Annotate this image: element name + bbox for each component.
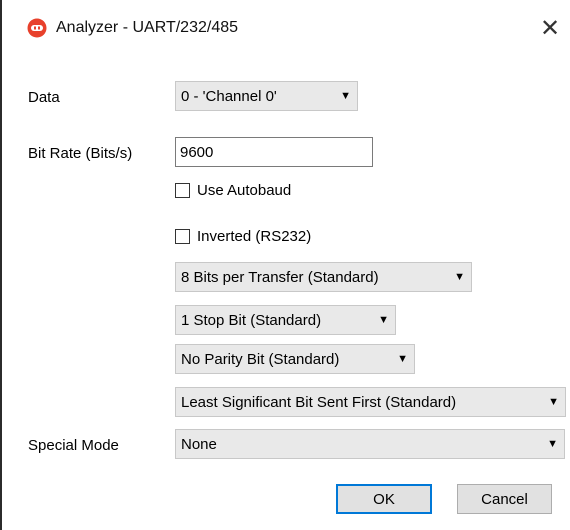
parity-select[interactable]: No Parity Bit (Standard) ▼ — [175, 344, 415, 374]
inverted-checkbox-row[interactable]: Inverted (RS232) — [175, 228, 311, 245]
chevron-down-icon: ▼ — [548, 396, 559, 408]
bits-per-transfer-value: 8 Bits per Transfer (Standard) — [181, 268, 379, 286]
stop-bits-value: 1 Stop Bit (Standard) — [181, 311, 322, 329]
special-mode-label: Special Mode — [28, 437, 119, 454]
cancel-button-label: Cancel — [481, 490, 528, 508]
data-channel-value: 0 - 'Channel 0' — [181, 87, 277, 105]
special-mode-value: None — [181, 435, 217, 453]
chevron-down-icon: ▼ — [397, 353, 408, 365]
logic-analyzer-icon — [27, 18, 47, 38]
chevron-down-icon: ▼ — [547, 438, 558, 450]
bitrate-label: Bit Rate (Bits/s) — [28, 145, 133, 162]
close-button[interactable]: ✕ — [530, 10, 570, 46]
chevron-down-icon: ▼ — [340, 90, 351, 102]
autobaud-label: Use Autobaud — [197, 182, 292, 199]
bit-order-select[interactable]: Least Significant Bit Sent First (Standa… — [175, 387, 566, 417]
bitrate-value: 9600 — [180, 143, 214, 161]
chevron-down-icon: ▼ — [378, 314, 389, 326]
parity-value: No Parity Bit (Standard) — [181, 350, 340, 368]
cancel-button[interactable]: Cancel — [457, 484, 552, 514]
special-mode-select[interactable]: None ▼ — [175, 429, 565, 459]
stop-bits-select[interactable]: 1 Stop Bit (Standard) ▼ — [175, 305, 396, 335]
bits-per-transfer-select[interactable]: 8 Bits per Transfer (Standard) ▼ — [175, 262, 472, 292]
ok-button[interactable]: OK — [336, 484, 432, 514]
title-bar: Analyzer - UART/232/485 ✕ — [4, 0, 570, 56]
analyzer-dialog: Analyzer - UART/232/485 ✕ Data 0 - 'Chan… — [0, 0, 570, 530]
inverted-checkbox[interactable] — [175, 229, 190, 244]
window-title: Analyzer - UART/232/485 — [56, 19, 239, 36]
inverted-label: Inverted (RS232) — [197, 228, 312, 245]
chevron-down-icon: ▼ — [454, 271, 465, 283]
ok-button-label: OK — [373, 490, 395, 508]
bitrate-input[interactable]: 9600 — [175, 137, 373, 167]
data-channel-select[interactable]: 0 - 'Channel 0' ▼ — [175, 81, 358, 111]
data-label: Data — [28, 89, 60, 106]
close-icon: ✕ — [539, 14, 561, 42]
autobaud-checkbox-row[interactable]: Use Autobaud — [175, 182, 291, 199]
autobaud-checkbox[interactable] — [175, 183, 190, 198]
bit-order-value: Least Significant Bit Sent First (Standa… — [181, 393, 457, 411]
